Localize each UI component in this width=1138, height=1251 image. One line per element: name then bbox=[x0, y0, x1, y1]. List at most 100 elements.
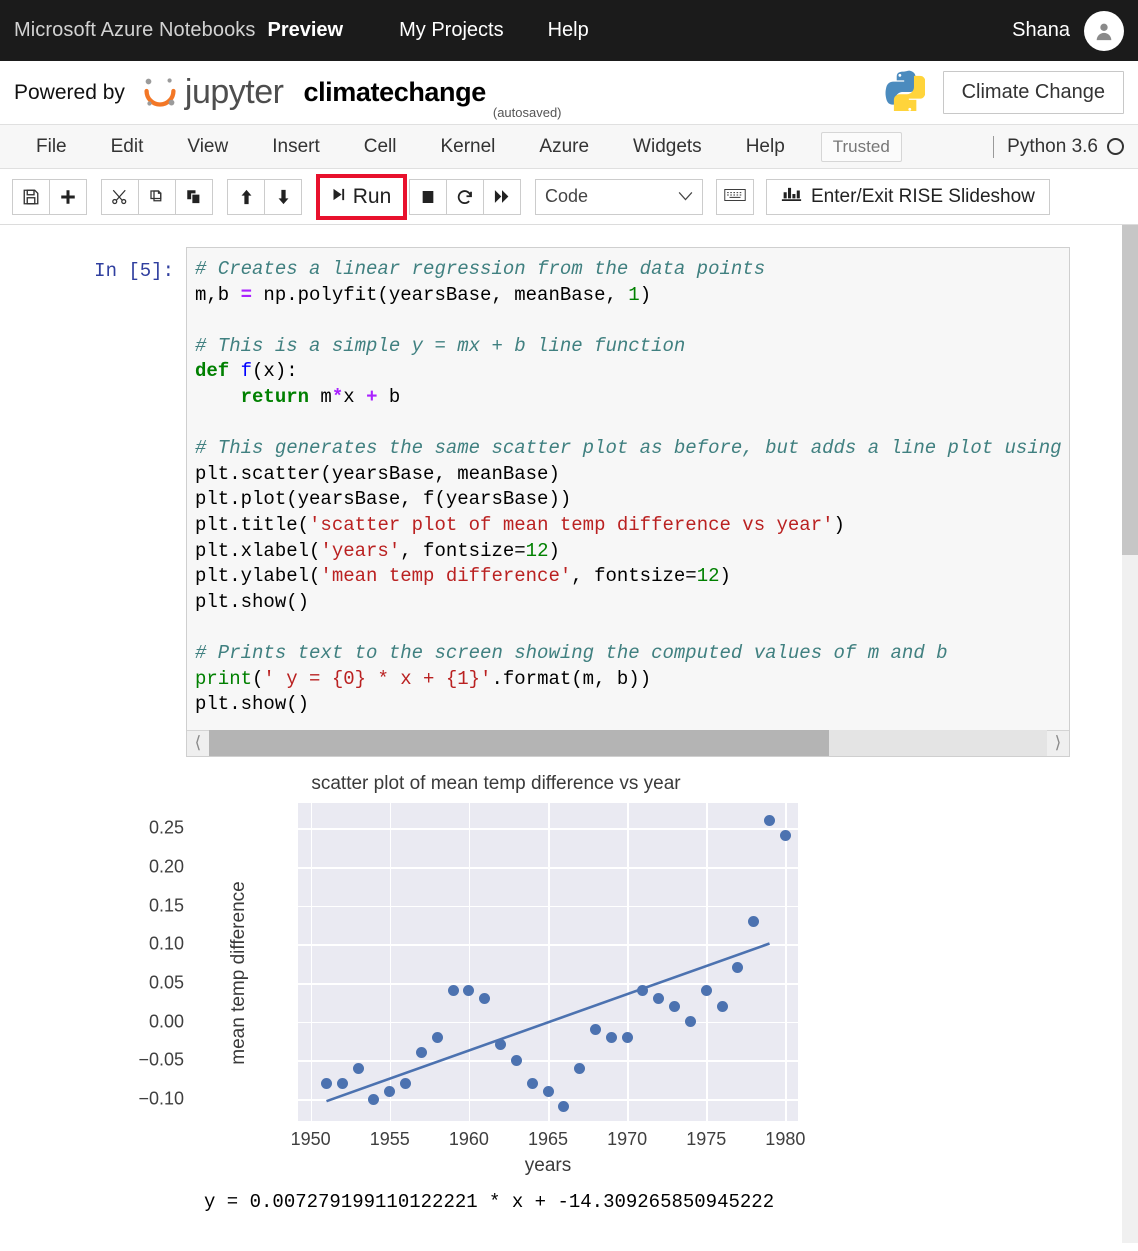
scatter-point bbox=[542, 1085, 554, 1097]
x-tick-label: 1970 bbox=[607, 1128, 648, 1149]
azure-nav-links: My Projects Help bbox=[399, 19, 633, 42]
menu-view[interactable]: View bbox=[165, 125, 250, 169]
x-tick-label: 1950 bbox=[290, 1128, 331, 1149]
user-name: Shana bbox=[1012, 19, 1070, 41]
x-tick-label: 1960 bbox=[448, 1128, 489, 1149]
menu-edit[interactable]: Edit bbox=[89, 125, 166, 169]
kernel-separator bbox=[993, 135, 995, 158]
hscroll-track[interactable] bbox=[209, 730, 1047, 757]
code-line: plt.show() bbox=[195, 590, 310, 613]
code-line: print(' y = {0} * x + {1}'.format(m, b)) bbox=[195, 667, 652, 690]
scatter-point bbox=[352, 1062, 364, 1074]
arrow-down-icon[interactable] bbox=[264, 178, 302, 215]
menu-widgets[interactable]: Widgets bbox=[611, 125, 724, 169]
rise-slideshow-label: Enter/Exit RISE Slideshow bbox=[811, 185, 1035, 207]
scatter-point bbox=[431, 1031, 443, 1043]
y-tick-label: 0.15 bbox=[148, 895, 184, 916]
code-horizontal-scrollbar[interactable]: ⟨ ⟩ bbox=[187, 729, 1069, 757]
scatter-point bbox=[621, 1031, 633, 1043]
code-editor[interactable]: # Creates a linear regression from the d… bbox=[186, 247, 1070, 757]
hscroll-thumb[interactable] bbox=[209, 730, 830, 757]
jupyter-logo[interactable]: jupyter bbox=[137, 70, 284, 116]
y-tick-label: 0.05 bbox=[148, 972, 184, 993]
python-logo-icon bbox=[883, 69, 927, 118]
x-tick-label: 1955 bbox=[369, 1128, 410, 1149]
command-palette-button[interactable] bbox=[716, 178, 754, 215]
autosave-status: (autosaved) bbox=[492, 105, 562, 120]
menu-cell[interactable]: Cell bbox=[342, 125, 419, 169]
nav-my-projects[interactable]: My Projects bbox=[399, 19, 503, 42]
y-tick-label: 0.25 bbox=[148, 817, 184, 838]
header-right-area: Climate Change bbox=[883, 69, 1124, 118]
chevron-left-icon[interactable]: ⟨ bbox=[187, 733, 209, 753]
save-floppy-icon[interactable] bbox=[12, 178, 50, 215]
toolbar-group-move bbox=[227, 178, 302, 215]
azure-user-area[interactable]: Shana bbox=[1012, 10, 1124, 51]
menu-insert[interactable]: Insert bbox=[250, 125, 342, 169]
trusted-badge: Trusted bbox=[820, 131, 902, 162]
powered-by-label: Powered by bbox=[14, 80, 125, 104]
arrow-up-icon[interactable] bbox=[227, 178, 265, 215]
code-line: # This is a simple y = mx + b line funct… bbox=[195, 334, 686, 357]
plus-icon[interactable] bbox=[49, 178, 87, 215]
copy-icon[interactable] bbox=[138, 178, 176, 215]
jupyter-orbit-icon bbox=[144, 77, 176, 107]
scissors-icon[interactable] bbox=[101, 178, 139, 215]
jupyter-header: Powered by jupyter climatechange (autosa… bbox=[0, 61, 1138, 125]
kernel-name: Python 3.6 bbox=[1007, 135, 1098, 157]
code-line: plt.title('scatter plot of mean temp dif… bbox=[195, 513, 845, 536]
user-avatar-icon[interactable] bbox=[1084, 10, 1124, 51]
y-tick-label: 0.00 bbox=[148, 1011, 184, 1032]
x-tick-label: 1965 bbox=[527, 1128, 569, 1149]
azure-brand: Microsoft Azure Notebooks bbox=[14, 19, 256, 41]
menu-kernel[interactable]: Kernel bbox=[418, 125, 517, 169]
code-text[interactable]: # Creates a linear regression from the d… bbox=[187, 248, 1069, 730]
scatter-point bbox=[748, 915, 760, 927]
paste-icon[interactable] bbox=[175, 178, 213, 215]
stop-square-icon[interactable] bbox=[409, 178, 447, 215]
menu-file[interactable]: File bbox=[14, 125, 89, 169]
restart-circular-arrow-icon[interactable] bbox=[446, 178, 484, 215]
scatter-plot: scatter plot of mean temp difference vs … bbox=[138, 766, 806, 1177]
notebook-name[interactable]: climatechange bbox=[303, 77, 486, 108]
fast-forward-icon[interactable] bbox=[483, 178, 521, 215]
toolbar-group-clipboard bbox=[101, 178, 213, 215]
chevron-right-icon[interactable]: ⟩ bbox=[1047, 733, 1069, 753]
cell-type-select[interactable]: Code bbox=[535, 178, 703, 215]
regression-line bbox=[326, 941, 770, 1103]
chevron-down-icon bbox=[677, 186, 694, 207]
project-button[interactable]: Climate Change bbox=[942, 71, 1124, 114]
run-button-label: Run bbox=[352, 184, 392, 208]
rise-slideshow-button[interactable]: Enter/Exit RISE Slideshow bbox=[766, 178, 1050, 215]
scatter-point bbox=[716, 1000, 728, 1012]
vertical-scrollbar-thumb[interactable] bbox=[1122, 225, 1138, 555]
kernel-idle-circle-icon bbox=[1107, 138, 1124, 155]
scatter-point bbox=[700, 985, 712, 997]
y-tick-label: −0.05 bbox=[138, 1049, 184, 1070]
x-axis-label: years bbox=[524, 1154, 572, 1176]
cell-input-prompt: In [5]: bbox=[94, 260, 174, 282]
code-line: return m*x + b bbox=[195, 385, 401, 408]
vertical-scrollbar-track[interactable] bbox=[1122, 225, 1138, 1243]
scatter-point bbox=[447, 985, 459, 997]
scatter-point bbox=[336, 1078, 348, 1090]
scatter-point bbox=[574, 1062, 586, 1074]
code-line: plt.ylabel('mean temp difference', fonts… bbox=[195, 565, 731, 588]
menu-azure[interactable]: Azure bbox=[517, 125, 611, 169]
chart-title: scatter plot of mean temp difference vs … bbox=[311, 772, 681, 794]
bar-chart-icon bbox=[781, 185, 802, 209]
run-button[interactable]: Run bbox=[320, 178, 402, 215]
code-line: # Creates a linear regression from the d… bbox=[195, 258, 766, 280]
scatter-point bbox=[368, 1093, 380, 1105]
scatter-point bbox=[684, 1016, 696, 1028]
nav-help[interactable]: Help bbox=[548, 19, 589, 42]
azure-preview-label: Preview bbox=[267, 19, 344, 41]
toolbar-group-save bbox=[12, 178, 87, 215]
menu-help[interactable]: Help bbox=[724, 125, 807, 169]
code-line: def f(x): bbox=[195, 360, 298, 383]
kernel-indicator: Python 3.6 bbox=[993, 135, 1124, 158]
scatter-point bbox=[320, 1078, 332, 1090]
